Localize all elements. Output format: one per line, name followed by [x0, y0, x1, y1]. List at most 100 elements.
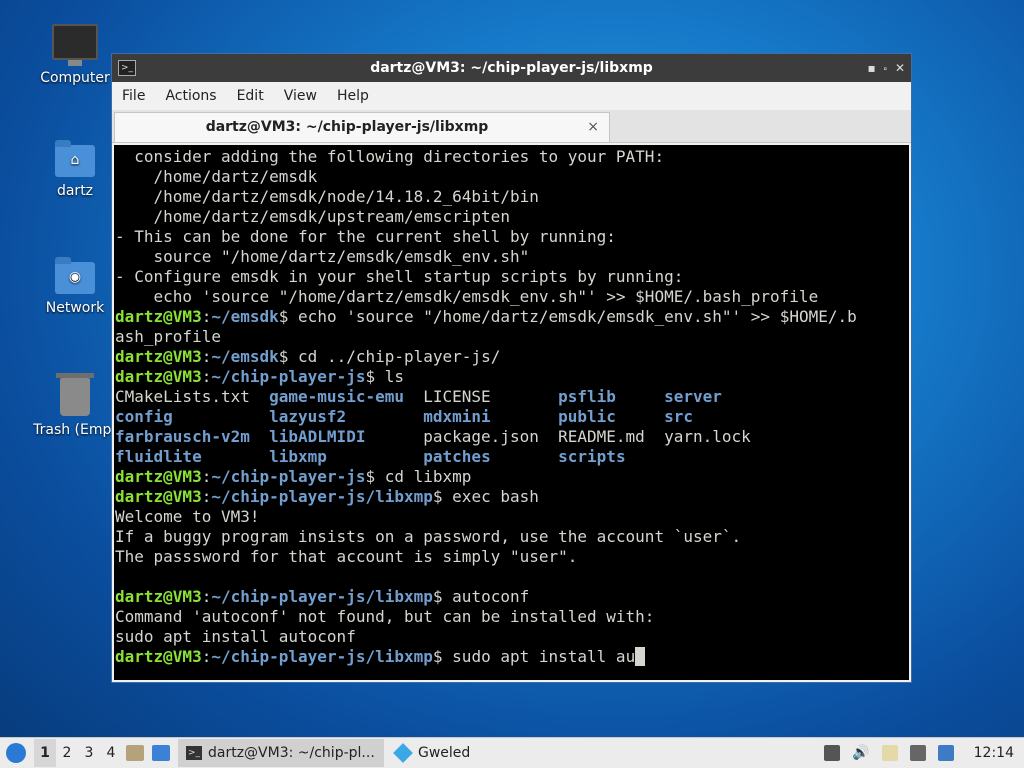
clock[interactable]: 12:14	[974, 745, 1014, 761]
prompt-path: ~/chip-player-js/libxmp	[211, 587, 433, 606]
menu-help[interactable]: Help	[337, 88, 369, 104]
terminal-line: dartz@VM3:~/emsdk$ echo 'source "/home/d…	[115, 307, 909, 327]
maximize-button[interactable]: ⬞	[884, 54, 887, 82]
terminal-line: The passsword for that account is simply…	[115, 547, 578, 566]
terminal-app-icon[interactable]: >_	[118, 60, 136, 76]
command-text: $ ls	[365, 367, 404, 386]
terminal-line: - Configure emsdk in your shell startup …	[115, 267, 684, 286]
menu-edit[interactable]: Edit	[237, 88, 264, 104]
ls-file: package.json	[423, 427, 539, 446]
network-folder-icon: ◉	[55, 257, 95, 294]
window-controls: ▪ ⬞ ✕	[868, 54, 906, 82]
show-desktop-icon[interactable]	[152, 745, 170, 761]
terminal-tab[interactable]: dartz@VM3: ~/chip-player-js/libxmp ×	[114, 112, 610, 142]
tab-bar: dartz@VM3: ~/chip-player-js/libxmp ×	[112, 110, 911, 143]
command-text: $ echo 'source "/home/dartz/emsdk/emsdk_…	[278, 307, 857, 326]
trash-icon	[56, 373, 94, 416]
ls-file: README.md	[558, 427, 645, 446]
prompt-colon: :	[201, 467, 212, 486]
volume-icon[interactable]: 🔊	[852, 745, 869, 761]
command-text: $ cd ../chip-player-js/	[278, 347, 501, 366]
menu-file[interactable]: File	[122, 88, 145, 104]
ls-directory: lazyusf2	[269, 407, 347, 426]
file-manager-icon[interactable]	[126, 745, 144, 761]
prompt-colon: :	[201, 367, 212, 386]
terminal-line: config lazyusf2 mdxmini public src	[115, 407, 909, 427]
network-status-icon[interactable]	[937, 745, 954, 761]
command-text: $ sudo apt install au	[432, 647, 636, 666]
command-text: $ exec bash	[432, 487, 539, 506]
ls-directory: config	[115, 407, 173, 426]
prompt-path: ~/emsdk	[211, 307, 279, 326]
close-button[interactable]: ✕	[895, 54, 905, 82]
terminal-task-icon: >_	[186, 746, 202, 760]
command-text: $ autoconf	[432, 587, 530, 606]
home-folder-icon: ⌂	[55, 140, 95, 177]
terminal-cursor	[635, 647, 645, 666]
task-gweled[interactable]: Gweled	[388, 739, 478, 767]
menu-actions[interactable]: Actions	[165, 88, 216, 104]
task-label: Gweled	[418, 745, 471, 761]
terminal-output[interactable]: consider adding the following directorie…	[114, 145, 909, 680]
ls-directory: libADLMIDI	[269, 427, 366, 446]
ls-directory: mdxmini	[423, 407, 491, 426]
ls-file: yarn.lock	[664, 427, 751, 446]
ls-directory: libxmp	[269, 447, 327, 466]
desktop-icon-trash[interactable]: Trash (Empt	[27, 373, 123, 438]
prompt-path: ~/chip-player-js	[211, 467, 366, 486]
desktop-icon-network[interactable]: ◉ Network	[27, 257, 123, 316]
ls-directory: src	[664, 407, 693, 426]
ls-directory: game-music-emu	[269, 387, 404, 406]
ls-directory: farbrausch-v2m	[115, 427, 250, 446]
prompt-user: dartz@VM3	[115, 587, 202, 606]
desktop-icon-label: Trash (Empt	[33, 422, 117, 438]
terminal-line: fluidlite libxmp patches scripts	[115, 447, 909, 467]
workspace-4[interactable]: 4	[100, 739, 122, 767]
terminal-line: CMakeLists.txt game-music-emu LICENSE ps…	[115, 387, 909, 407]
terminal-line: consider adding the following directorie…	[115, 147, 665, 166]
desktop-icon-label: dartz	[56, 183, 94, 199]
minimize-button[interactable]: ▪	[868, 54, 876, 82]
desktop-icon-home[interactable]: ⌂ dartz	[27, 140, 123, 199]
ls-directory: scripts	[558, 447, 626, 466]
prompt-user: dartz@VM3	[115, 367, 202, 386]
window-titlebar[interactable]: >_ dartz@VM3: ~/chip-player-js/libxmp ▪ …	[112, 54, 911, 82]
ls-file: CMakeLists.txt	[115, 387, 250, 406]
terminal-window: >_ dartz@VM3: ~/chip-player-js/libxmp ▪ …	[111, 53, 912, 683]
tab-close-icon[interactable]: ×	[587, 113, 599, 141]
task-terminal[interactable]: >_ dartz@VM3: ~/chip-pl...	[178, 739, 384, 767]
ls-directory: server	[664, 387, 722, 406]
terminal-line: /home/dartz/emsdk/upstream/emscripten	[115, 207, 510, 226]
window-title: dartz@VM3: ~/chip-player-js/libxmp	[370, 60, 653, 76]
clipboard-icon[interactable]	[881, 745, 898, 761]
workspace-3[interactable]: 3	[78, 739, 100, 767]
menu-view[interactable]: View	[284, 88, 317, 104]
ls-file: LICENSE	[423, 387, 491, 406]
terminal-line: /home/dartz/emsdk	[115, 167, 318, 186]
terminal-lines: consider adding the following directorie…	[114, 145, 909, 667]
desktop-icon-computer[interactable]: Computer	[27, 24, 123, 86]
prompt-colon: :	[201, 307, 212, 326]
terminal-line: dartz@VM3:~/chip-player-js/libxmp$ sudo …	[115, 647, 909, 667]
terminal-line: dartz@VM3:~/chip-player-js/libxmp$ autoc…	[115, 587, 909, 607]
prompt-user: dartz@VM3	[115, 467, 202, 486]
workspace-1[interactable]: 1	[34, 739, 56, 767]
prompt-colon: :	[201, 587, 212, 606]
terminal-line: If a buggy program insists on a password…	[115, 527, 742, 546]
task-label: dartz@VM3: ~/chip-pl...	[208, 745, 375, 761]
display-icon[interactable]	[909, 745, 926, 761]
prompt-path: ~/chip-player-js	[211, 367, 366, 386]
ls-directory: psflib	[558, 387, 616, 406]
terminal-line: Welcome to VM3!	[115, 507, 260, 526]
start-menu-icon[interactable]	[6, 743, 26, 763]
prompt-user: dartz@VM3	[115, 487, 202, 506]
tab-label: dartz@VM3: ~/chip-player-js/libxmp	[205, 119, 489, 135]
terminal-line: farbrausch-v2m libADLMIDI package.json R…	[115, 427, 909, 447]
terminal-line: sudo apt install autoconf	[115, 627, 356, 646]
workspace-2[interactable]: 2	[56, 739, 78, 767]
notification-icon[interactable]	[824, 745, 841, 761]
terminal-line: - This can be done for the current shell…	[115, 227, 616, 246]
command-text: $ cd libxmp	[365, 467, 472, 486]
gweled-gem-icon	[393, 743, 413, 763]
